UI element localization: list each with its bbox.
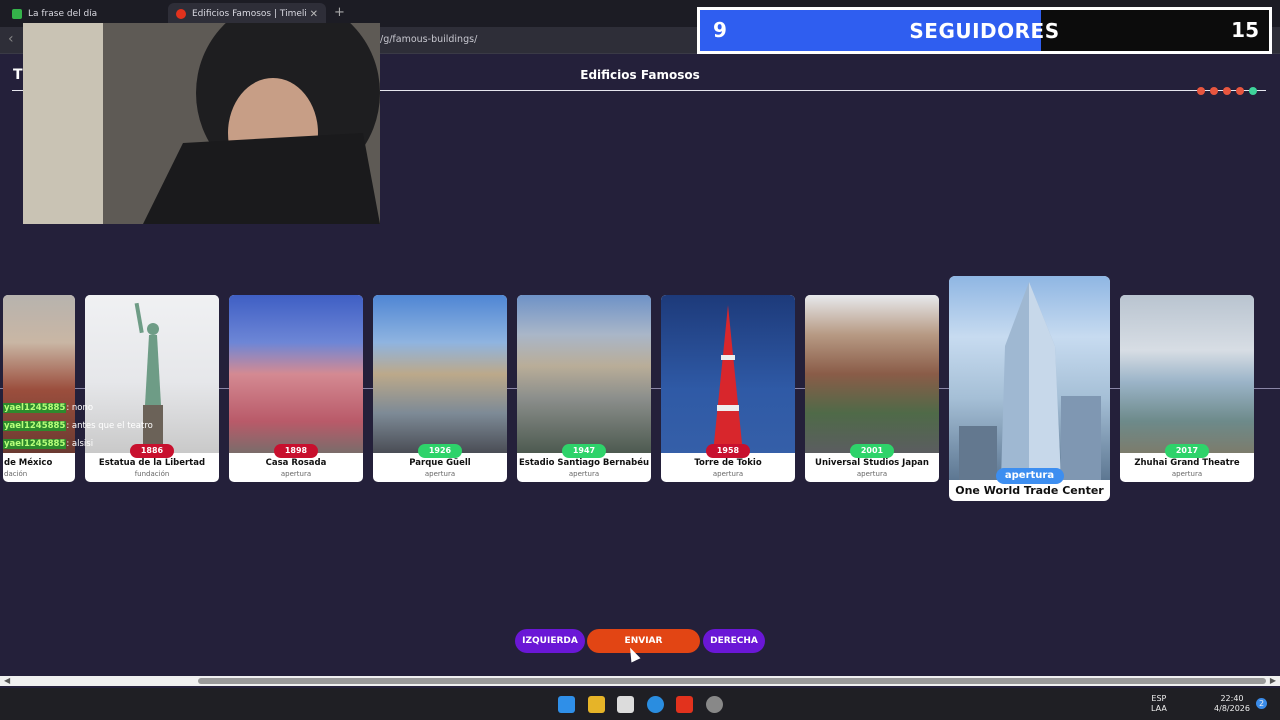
timeline-card[interactable]: 1898 Casa Rosada apertura xyxy=(229,295,363,482)
year-badge: 2017 xyxy=(1165,444,1209,458)
followers-goal-widget: 9 SEGUIDORES 15 xyxy=(697,7,1272,54)
tab-favicon-icon xyxy=(176,9,186,19)
progress-dot xyxy=(1223,87,1231,95)
page-title: Edificios Famosos xyxy=(580,68,700,82)
building-image xyxy=(517,295,651,453)
webcam-feed-illustration xyxy=(23,23,380,224)
chat-text: : antes que el teatro xyxy=(66,421,153,431)
language-indicator[interactable]: ESP LAA xyxy=(1151,694,1167,714)
tab-title: Edificios Famosos | Timeline.Gam xyxy=(192,9,306,19)
featured-card[interactable]: apertura One World Trade Center xyxy=(949,276,1110,501)
year-badge: 1898 xyxy=(274,444,318,458)
page-title-left: T xyxy=(13,67,23,83)
year-badge: 1947 xyxy=(562,444,606,458)
scroll-left-icon[interactable]: ◀ xyxy=(4,676,10,685)
building-image xyxy=(373,295,507,453)
featured-card-name: One World Trade Center xyxy=(955,484,1104,497)
card-type: apertura xyxy=(568,470,600,478)
chat-message: yael1245885: nono xyxy=(3,403,93,413)
chat-username: yael1245885 xyxy=(3,403,67,413)
progress-dot xyxy=(1210,87,1218,95)
close-tab-icon[interactable]: ✕ xyxy=(310,9,318,20)
chat-text: : nono xyxy=(66,403,94,413)
notification-badge[interactable]: 2 xyxy=(1256,698,1267,709)
tab-title: La frase del día xyxy=(28,9,98,19)
year-badge: 2001 xyxy=(850,444,894,458)
screen: { "browser": { "tabs": [ {"title": "La f… xyxy=(0,0,1280,720)
card-name: Parque Güell xyxy=(409,458,471,468)
card-type: fundación xyxy=(134,470,170,478)
chat-text: : alsisi xyxy=(66,439,94,449)
right-button[interactable]: DERECHA xyxy=(703,629,765,653)
building-image xyxy=(1120,295,1254,453)
chat-message: yael1245885: alsisi xyxy=(3,439,93,449)
card-type: apertura xyxy=(856,470,888,478)
edge-browser-icon[interactable] xyxy=(647,696,664,713)
one-world-trade-center-illustration xyxy=(959,282,1101,480)
timeline-card[interactable]: 1947 Estadio Santiago Bernabéu apertura xyxy=(517,295,651,482)
timeline-card[interactable]: 2017 Zhuhai Grand Theatre apertura xyxy=(1120,295,1254,482)
send-button[interactable]: ENVIAR xyxy=(587,629,700,653)
card-name: Estadio Santiago Bernabéu xyxy=(518,458,650,468)
progress-dots xyxy=(1197,87,1257,95)
timeline-card[interactable]: 1958 Torre de Tokio apertura xyxy=(661,295,795,482)
year-badge: 1958 xyxy=(706,444,750,458)
clock-date: 4/8/2026 xyxy=(1214,704,1250,713)
chat-message: yael1245885: antes que el teatro xyxy=(3,421,153,431)
card-type: apertura xyxy=(1171,470,1203,478)
event-type-badge: apertura xyxy=(995,468,1064,484)
keyboard-layout: LAA xyxy=(1151,704,1167,713)
progress-dot xyxy=(1197,87,1205,95)
scrollbar-thumb[interactable] xyxy=(198,678,1266,684)
tab-favicon-icon xyxy=(12,9,22,19)
card-type: dación xyxy=(4,470,28,478)
settings-icon[interactable] xyxy=(706,696,723,713)
card-name: Universal Studios Japan xyxy=(815,458,929,468)
card-name: Zhuhai Grand Theatre xyxy=(1134,458,1240,468)
building-image xyxy=(805,295,939,453)
followers-label: SEGUIDORES xyxy=(909,19,1060,43)
back-arrow-icon[interactable]: ‹ xyxy=(8,31,14,47)
new-tab-button[interactable]: + xyxy=(334,5,345,20)
store-icon[interactable] xyxy=(617,696,634,713)
brave-browser-icon[interactable] xyxy=(676,696,693,713)
building-image xyxy=(949,276,1110,480)
webcam-overlay xyxy=(23,23,380,224)
timeline-card[interactable]: 1926 Parque Güell apertura xyxy=(373,295,507,482)
timeline-card[interactable]: 2001 Universal Studios Japan apertura xyxy=(805,295,939,482)
language-code: ESP xyxy=(1151,694,1167,703)
tokyo-tower-illustration xyxy=(713,305,743,453)
browser-tab-timeline[interactable]: Edificios Famosos | Timeline.Gam ✕ xyxy=(168,3,326,25)
windows-taskbar: ESP LAA 22:40 4/8/2026 2 xyxy=(0,688,1280,720)
left-button[interactable]: IZQUIERDA xyxy=(515,629,585,653)
chat-username: yael1245885 xyxy=(3,439,67,449)
file-explorer-icon[interactable] xyxy=(588,696,605,713)
followers-goal: 15 xyxy=(1231,18,1259,42)
followers-goal-track: 9 SEGUIDORES 15 xyxy=(700,10,1269,51)
progress-dot xyxy=(1236,87,1244,95)
chat-overlay: yael1245885: nono yael1245885: antes que… xyxy=(0,403,220,455)
card-name: de México xyxy=(4,458,53,468)
card-name: Torre de Tokio xyxy=(694,458,762,468)
clock[interactable]: 22:40 4/8/2026 xyxy=(1212,694,1252,714)
chat-username: yael1245885 xyxy=(3,421,67,431)
url-field[interactable]: /g/famous-buildings/ xyxy=(380,34,477,45)
start-menu-icon[interactable] xyxy=(558,696,575,713)
building-image xyxy=(661,295,795,453)
year-badge: 1926 xyxy=(418,444,462,458)
card-name: Casa Rosada xyxy=(265,458,327,468)
card-name: Estatua de la Libertad xyxy=(98,458,206,468)
browser-tab-frase[interactable]: La frase del día xyxy=(4,3,164,25)
card-type: apertura xyxy=(424,470,456,478)
card-type: apertura xyxy=(280,470,312,478)
scroll-right-icon[interactable]: ▶ xyxy=(1270,676,1276,685)
building-image xyxy=(229,295,363,453)
horizontal-scrollbar[interactable]: ◀ ▶ xyxy=(0,676,1280,686)
card-type: apertura xyxy=(712,470,744,478)
clock-time: 22:40 xyxy=(1220,694,1244,703)
progress-dot xyxy=(1249,87,1257,95)
